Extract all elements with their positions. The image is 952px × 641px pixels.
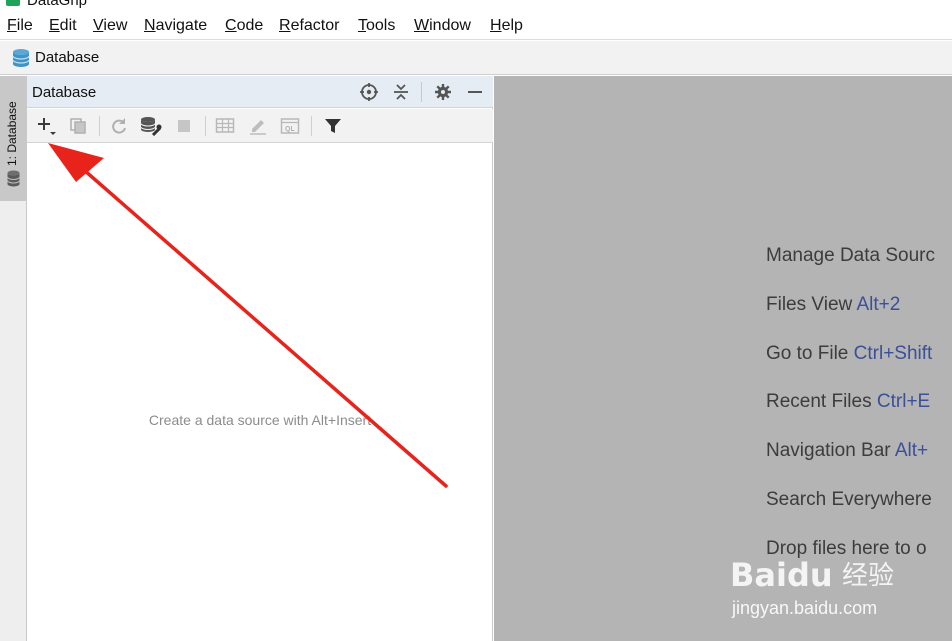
- edit-icon[interactable]: [247, 115, 269, 137]
- watermark-chinese-text: 经验: [842, 561, 895, 591]
- menu-view[interactable]: View: [93, 16, 127, 36]
- baidu-jingyan-watermark: Baidu 经验 jingyan.baidu.com: [730, 553, 952, 641]
- menu-bar: File Edit View Navigate Code Refactor To…: [0, 12, 952, 40]
- hint-search-everywhere: Search Everywhere: [766, 489, 932, 510]
- database-icon: [12, 48, 30, 73]
- filter-icon[interactable]: [322, 115, 344, 137]
- menu-help[interactable]: Help: [490, 16, 523, 36]
- watermark-url: jingyan.baidu.com: [732, 598, 878, 618]
- table-editor-icon[interactable]: [214, 115, 236, 137]
- menu-refactor[interactable]: Refactor: [279, 16, 339, 36]
- empty-tree-hint: Create a data source with Alt+Insert: [148, 412, 372, 428]
- panel-title: Database: [32, 84, 97, 101]
- hint-navigation-bar: Navigation Bar Alt+: [766, 440, 929, 461]
- menu-file[interactable]: File: [7, 16, 33, 36]
- data-source-properties-icon[interactable]: [140, 115, 162, 137]
- database-tool-window: Database QL Create a data source with Al…: [27, 76, 493, 641]
- panel-header: Database: [27, 76, 493, 108]
- toolbar-separator: [99, 116, 100, 136]
- menu-edit[interactable]: Edit: [49, 16, 77, 36]
- hint-recent-files: Recent Files Ctrl+E: [766, 391, 931, 412]
- toolbar-separator: [205, 116, 206, 136]
- tool-window-stripe: 1: Database: [0, 76, 27, 641]
- menu-window[interactable]: Window: [414, 16, 471, 36]
- duplicate-icon[interactable]: [67, 115, 89, 137]
- refresh-icon[interactable]: [108, 115, 130, 137]
- query-console-icon[interactable]: QL: [279, 115, 301, 137]
- tool-window-tab-label: 1: Database: [5, 101, 19, 166]
- watermark-brand: Baidu: [730, 556, 833, 594]
- navigation-bar: Database: [0, 41, 952, 75]
- datagrip-logo-icon: [6, 0, 20, 6]
- add-icon[interactable]: [35, 115, 57, 137]
- gear-icon[interactable]: [433, 82, 453, 102]
- panel-toolbar: QL: [27, 109, 493, 143]
- hint-go-to-file: Go to File Ctrl+Shift: [766, 343, 933, 364]
- hint-files-view: Files View Alt+2: [766, 294, 901, 315]
- breadcrumb-database[interactable]: Database: [35, 48, 99, 67]
- database-icon: [7, 170, 20, 192]
- stop-icon[interactable]: [173, 115, 195, 137]
- header-separator: [421, 82, 422, 102]
- locate-icon[interactable]: [359, 82, 379, 102]
- minimize-icon[interactable]: [465, 82, 485, 102]
- svg-text:QL: QL: [285, 126, 295, 133]
- title-bar: DataGrip: [0, 0, 952, 12]
- hint-manage-data-sources: Manage Data Sourc: [766, 245, 935, 266]
- menu-tools[interactable]: Tools: [358, 16, 395, 36]
- menu-navigate[interactable]: Navigate: [144, 16, 207, 36]
- menu-code[interactable]: Code: [225, 16, 263, 36]
- tool-window-tab-database[interactable]: 1: Database: [0, 76, 26, 201]
- collapse-all-icon[interactable]: [391, 82, 411, 102]
- window-title: DataGrip: [27, 0, 88, 9]
- toolbar-separator: [311, 116, 312, 136]
